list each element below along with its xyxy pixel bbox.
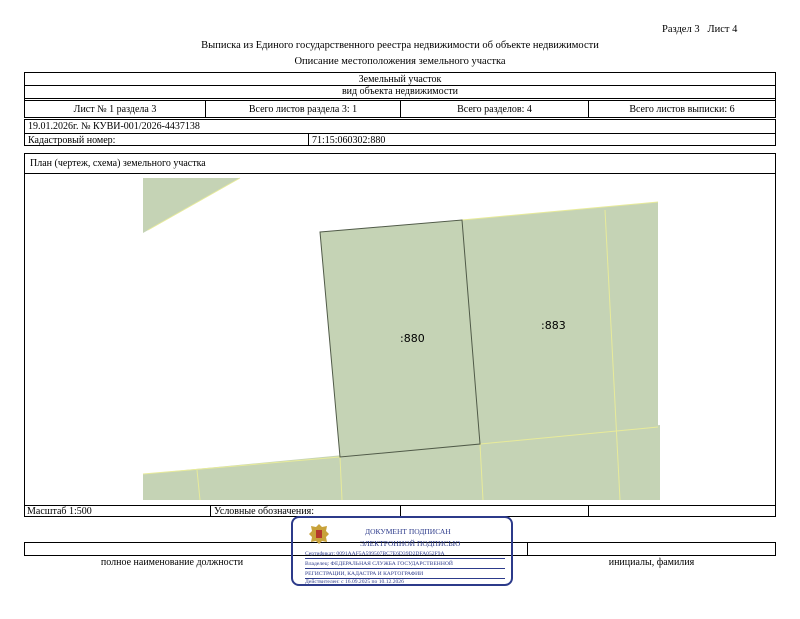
- scale-label: Масштаб 1:500: [27, 505, 92, 517]
- stamp-owner-2: РЕГИСТРАЦИИ, КАДАСТРА И КАРТОГРАФИИ: [305, 571, 424, 577]
- parcel-883: [462, 202, 658, 500]
- parcel-883-label: :883: [541, 319, 566, 332]
- emblem-icon: [309, 524, 329, 544]
- stamp-line-1: ДОКУМЕНТ ПОДПИСАН: [365, 527, 451, 536]
- parcel-880-label: :880: [400, 332, 425, 345]
- name-caption: инициалы, фамилия: [608, 557, 695, 568]
- stamp-line-2: ЭЛЕКТРОННОЙ ПОДПИСЬЮ: [360, 539, 461, 548]
- stamp-owner-1: Владелец: ФЕДЕРАЛЬНАЯ СЛУЖБА ГОСУДАРСТВЕ…: [305, 561, 453, 567]
- stamp-valid: Действителен: с 16.09.2025 по 10.12.2026: [305, 579, 404, 585]
- electronic-signature-stamp: ДОКУМЕНТ ПОДПИСАН ЭЛЕКТРОННОЙ ПОДПИСЬЮ С…: [291, 516, 513, 586]
- position-caption: полное наименование должности: [100, 557, 244, 568]
- stamp-certificate: Сертификат: 0091AAF5A599507BC7E6D39D2DFA…: [305, 551, 445, 557]
